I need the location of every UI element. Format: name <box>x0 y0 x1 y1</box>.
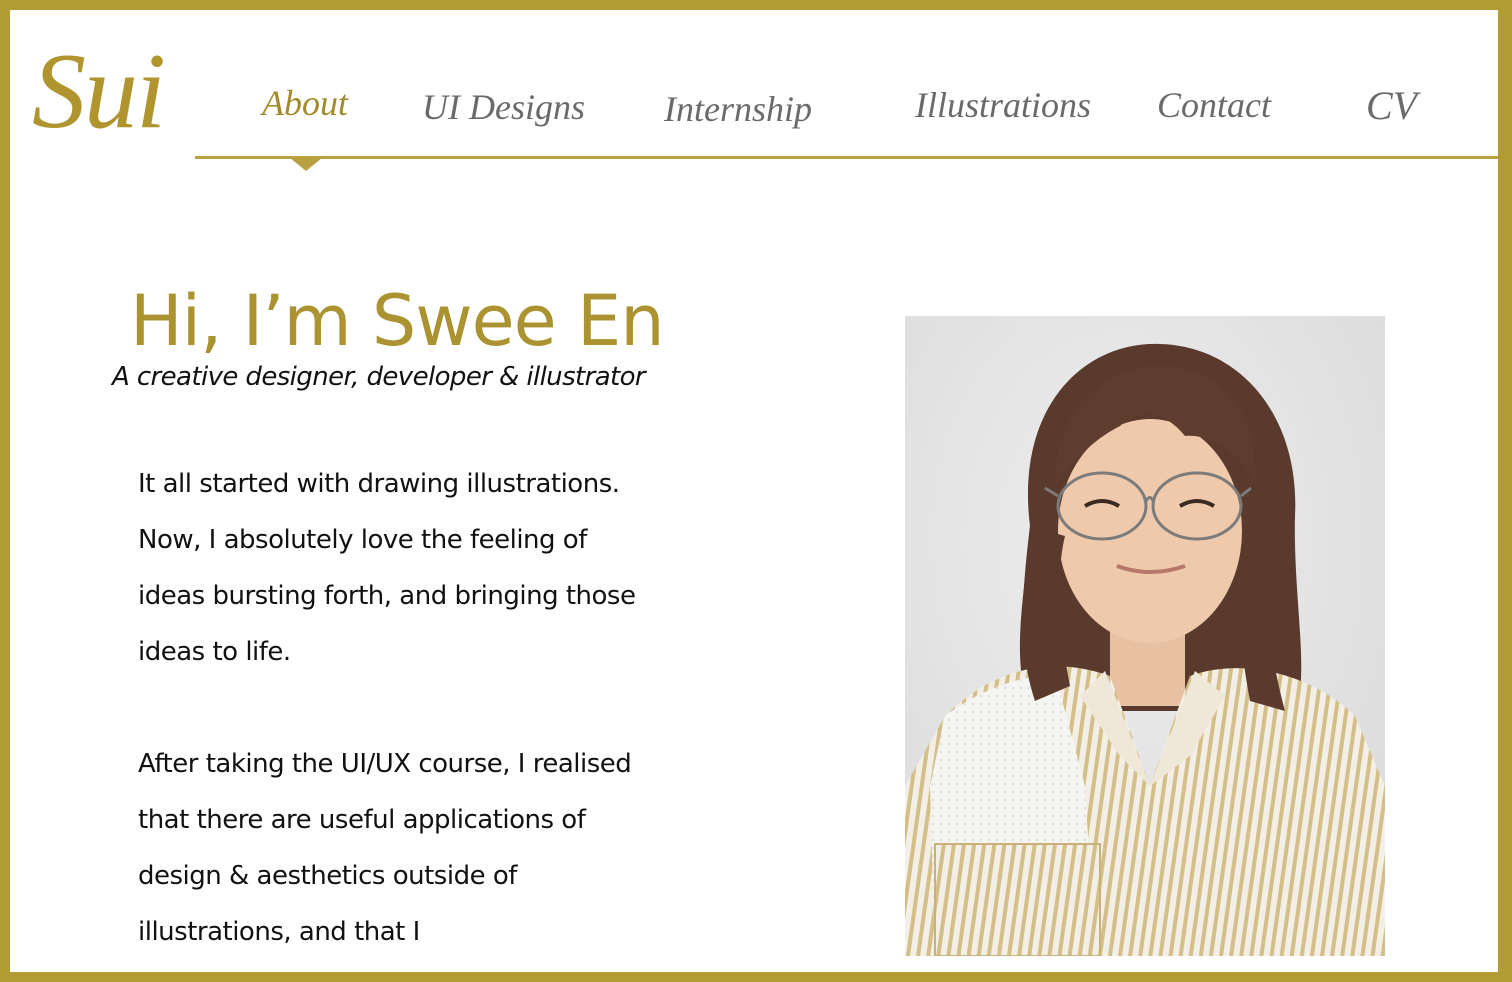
nav-item-about[interactable]: About <box>262 82 348 124</box>
page-frame: Sui About UI Designs Internship Illustra… <box>10 10 1498 972</box>
nav-item-ui-designs[interactable]: UI Designs <box>422 86 585 128</box>
about-paragraph-2: After taking the UI/UX course, I realise… <box>138 749 632 947</box>
nav-item-cv[interactable]: CV <box>1366 82 1417 129</box>
tagline: A creative designer, developer & illustr… <box>112 362 646 392</box>
nav-item-illustrations[interactable]: Illustrations <box>915 84 1091 126</box>
site-logo[interactable]: Sui <box>32 38 166 146</box>
nav-item-internship[interactable]: Internship <box>664 88 812 130</box>
nav-item-contact[interactable]: Contact <box>1157 84 1271 126</box>
profile-photo <box>905 316 1385 956</box>
nav-divider <box>195 156 1498 159</box>
page-title: Hi, I’m Swee En <box>130 280 665 362</box>
about-paragraph-1: It all started with drawing illustration… <box>138 469 636 667</box>
triangle-down-icon <box>290 158 322 171</box>
